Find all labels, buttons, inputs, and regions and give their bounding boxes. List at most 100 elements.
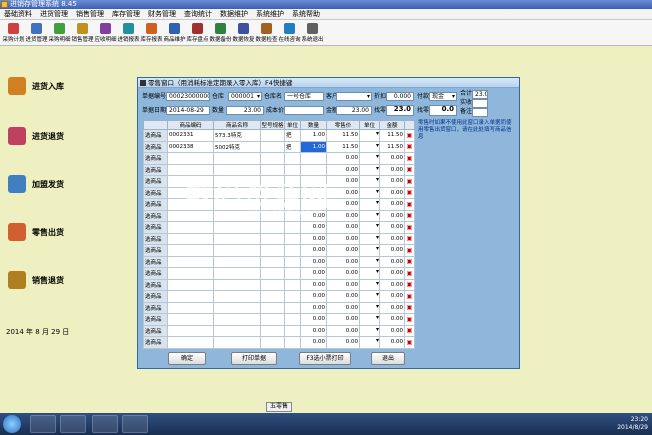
table-cell[interactable] xyxy=(284,221,301,234)
table-cell[interactable] xyxy=(359,313,380,326)
toolbar-button[interactable]: 数据检查 xyxy=(255,20,278,46)
sidebar-button[interactable]: 加盟发货 xyxy=(8,175,64,193)
table-cell[interactable] xyxy=(213,267,261,280)
table-cell[interactable] xyxy=(260,313,285,326)
table-cell[interactable]: 0.00 xyxy=(326,255,360,268)
table-cell[interactable] xyxy=(213,278,261,291)
table-cell[interactable] xyxy=(213,301,261,314)
table-cell[interactable] xyxy=(359,140,380,153)
select-product-button[interactable]: 选商品 xyxy=(143,313,168,326)
table-cell[interactable] xyxy=(359,221,380,234)
row-edit-icon[interactable]: ▣ xyxy=(404,336,415,349)
table-cell[interactable]: 0.00 xyxy=(326,186,360,199)
select-product-button[interactable]: 选商品 xyxy=(143,267,168,280)
menu-item[interactable]: 系统帮助 xyxy=(292,9,320,19)
table-cell[interactable]: 0.00 xyxy=(326,244,360,257)
order-no-field[interactable]: 0002300000007 xyxy=(166,92,210,101)
table-cell[interactable] xyxy=(167,244,214,257)
table-cell[interactable]: 0.00 xyxy=(379,221,405,234)
table-cell[interactable]: 0.00 xyxy=(379,301,405,314)
table-cell[interactable] xyxy=(260,255,285,268)
toolbar-button[interactable]: 应收明细 xyxy=(94,20,117,46)
table-cell[interactable]: 0.00 xyxy=(379,163,405,176)
table-cell[interactable] xyxy=(213,336,261,349)
discount-field[interactable]: 0.000 xyxy=(386,92,414,101)
row-edit-icon[interactable]: ▣ xyxy=(404,152,415,165)
table-cell[interactable] xyxy=(359,232,380,245)
table-cell[interactable]: 0.00 xyxy=(379,255,405,268)
select-product-button[interactable]: 选商品 xyxy=(143,129,168,142)
sidebar-button[interactable]: 进货入库 xyxy=(8,77,64,95)
table-cell[interactable] xyxy=(213,244,261,257)
table-cell[interactable] xyxy=(300,152,327,165)
table-cell[interactable] xyxy=(167,232,214,245)
table-cell[interactable]: 0.00 xyxy=(379,278,405,291)
table-cell[interactable]: 0.00 xyxy=(326,221,360,234)
table-cell[interactable] xyxy=(167,163,214,176)
table-cell[interactable] xyxy=(167,255,214,268)
menu-item[interactable]: 销售管理 xyxy=(76,9,104,19)
table-cell[interactable] xyxy=(260,152,285,165)
date-field[interactable]: 2014-08-29 xyxy=(166,106,210,115)
table-cell[interactable] xyxy=(167,152,214,165)
table-cell[interactable]: 0.00 xyxy=(379,290,405,303)
select-product-button[interactable]: 选商品 xyxy=(143,324,168,337)
table-cell[interactable]: 11.50 xyxy=(326,140,360,153)
row-edit-icon[interactable]: ▣ xyxy=(404,129,415,142)
table-cell[interactable]: 把 xyxy=(284,140,301,153)
table-cell[interactable] xyxy=(359,152,380,165)
toolbar-button[interactable]: 系统退出 xyxy=(301,20,324,46)
table-cell[interactable] xyxy=(213,221,261,234)
row-edit-icon[interactable]: ▣ xyxy=(404,301,415,314)
customer-select[interactable] xyxy=(336,92,372,101)
warehouse-select[interactable]: 000001 xyxy=(228,92,262,101)
row-edit-icon[interactable]: ▣ xyxy=(404,163,415,176)
table-cell[interactable] xyxy=(284,163,301,176)
taskbar-app-software[interactable] xyxy=(122,415,148,433)
table-cell[interactable]: 0.00 xyxy=(300,221,327,234)
table-cell[interactable] xyxy=(284,301,301,314)
table-cell[interactable]: 0.00 xyxy=(300,244,327,257)
table-cell[interactable] xyxy=(167,267,214,280)
sidebar-button[interactable]: 销售退货 xyxy=(8,271,64,289)
table-cell[interactable]: 把 xyxy=(284,129,301,142)
table-cell[interactable] xyxy=(167,278,214,291)
row-edit-icon[interactable]: ▣ xyxy=(404,290,415,303)
select-product-button[interactable]: 选商品 xyxy=(143,198,168,211)
toolbar-button[interactable]: 进销报表 xyxy=(117,20,140,46)
table-cell[interactable] xyxy=(260,140,285,153)
row-edit-icon[interactable]: ▣ xyxy=(404,313,415,326)
table-cell[interactable] xyxy=(359,209,380,222)
table-cell[interactable] xyxy=(260,278,285,291)
table-cell[interactable] xyxy=(284,278,301,291)
table-cell[interactable] xyxy=(359,336,380,349)
table-cell[interactable] xyxy=(284,267,301,280)
table-cell[interactable]: 0.00 xyxy=(379,209,405,222)
table-cell[interactable]: 0.00 xyxy=(379,198,405,211)
row-edit-icon[interactable]: ▣ xyxy=(404,232,415,245)
table-cell[interactable]: 0.00 xyxy=(300,267,327,280)
table-cell[interactable] xyxy=(359,129,380,142)
table-cell[interactable]: 0.00 xyxy=(379,244,405,257)
table-cell[interactable] xyxy=(167,313,214,326)
warehouse-name-field[interactable]: 一号仓库 xyxy=(284,92,324,101)
table-cell[interactable]: 0.00 xyxy=(326,209,360,222)
toolbar-button[interactable]: 数据恢复 xyxy=(232,20,255,46)
f3-print-button[interactable]: F3选小票打印 xyxy=(299,352,351,365)
table-cell[interactable] xyxy=(260,324,285,337)
table-cell[interactable]: 0.00 xyxy=(326,267,360,280)
table-cell[interactable]: 0.00 xyxy=(379,267,405,280)
table-cell[interactable]: 0.00 xyxy=(326,278,360,291)
table-cell[interactable] xyxy=(300,163,327,176)
table-cell[interactable]: 11.50 xyxy=(379,129,405,142)
sidebar-button[interactable]: 进货退货 xyxy=(8,127,64,145)
toolbar-button[interactable]: 销售管理 xyxy=(71,20,94,46)
row-edit-icon[interactable]: ▣ xyxy=(404,209,415,222)
table-cell[interactable]: 0.00 xyxy=(326,198,360,211)
table-cell[interactable]: 0.00 xyxy=(379,152,405,165)
table-cell[interactable] xyxy=(167,301,214,314)
table-cell[interactable] xyxy=(213,255,261,268)
table-cell[interactable] xyxy=(213,313,261,326)
row-edit-icon[interactable]: ▣ xyxy=(404,324,415,337)
table-cell[interactable]: 0.00 xyxy=(379,175,405,188)
